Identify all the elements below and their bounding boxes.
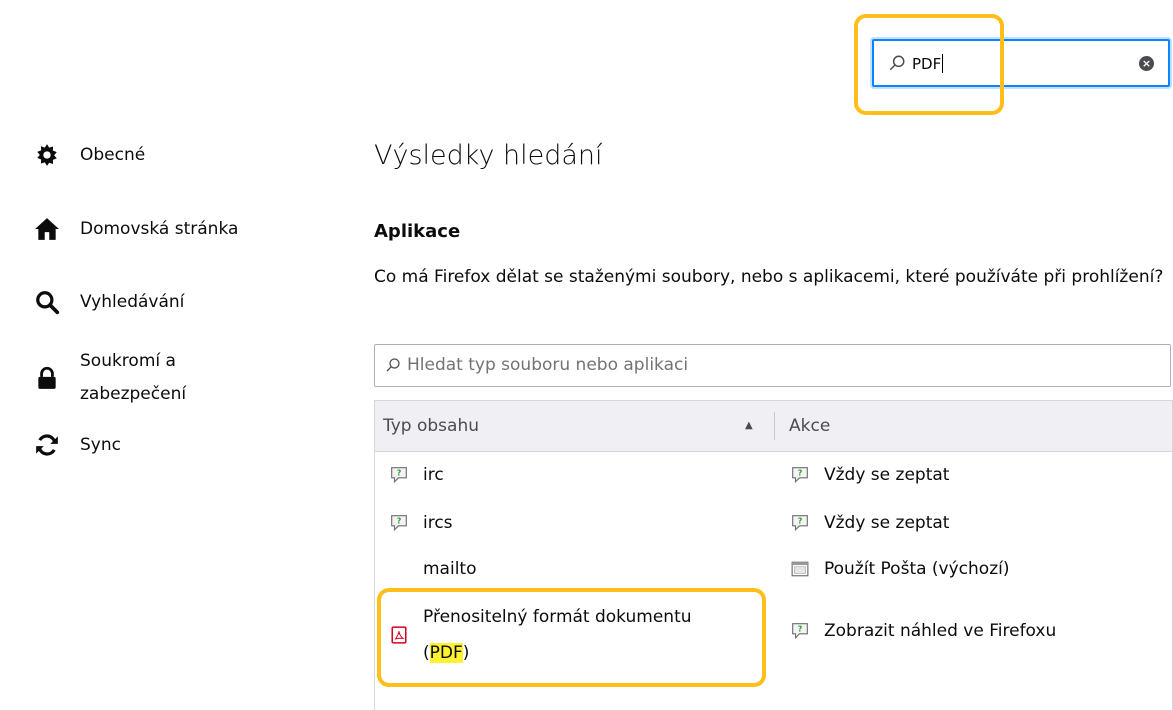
row-action-label: Zobrazit náhled ve Firefoxu (824, 621, 1057, 641)
chat-icon: ? (790, 621, 810, 641)
column-header-action[interactable]: Akce (789, 401, 830, 451)
svg-text:?: ? (397, 517, 402, 526)
row-action-label: Vždy se zeptat (824, 513, 950, 533)
search-input-value: PDF (912, 54, 944, 73)
section-description: Co má Firefox dělat se staženými soubory… (374, 267, 1164, 287)
row-type: mailto (389, 559, 477, 579)
filter-input-placeholder: Hledat typ souboru nebo aplikaci (407, 355, 689, 375)
row-type-label: mailto (423, 559, 477, 579)
svg-text:?: ? (798, 517, 803, 526)
search-icon (386, 358, 400, 372)
row-action[interactable]: ? Vždy se zeptat (790, 465, 949, 485)
text-caret (942, 54, 944, 73)
row-action-label: Použít Pošta (výchozí) (824, 559, 1010, 579)
row-type-label: ircs (423, 513, 453, 533)
chat-icon: ? (790, 513, 810, 533)
row-type: ? irc (389, 465, 444, 485)
svg-text:?: ? (798, 625, 803, 634)
column-header-label: Typ obsahu (383, 416, 480, 436)
chat-icon: ? (389, 513, 409, 533)
row-type-label: irc (423, 465, 444, 485)
search-match-highlight: PDF (429, 643, 463, 663)
sidebar-item-home[interactable]: Domovská stránka (32, 214, 238, 244)
sidebar-item-label: Sync (80, 435, 121, 455)
applications-table: Typ obsahu ▲ Akce ? irc ? Vždy se zeptat… (374, 400, 1173, 710)
sidebar-item-general[interactable]: Obecné (32, 140, 145, 170)
lock-icon (32, 363, 62, 393)
svg-text:?: ? (798, 469, 803, 478)
home-icon (32, 214, 62, 244)
row-action[interactable]: ? Vždy se zeptat (790, 513, 949, 533)
table-header: Typ obsahu ▲ Akce (375, 401, 1172, 452)
table-row[interactable]: Přenositelný formát dokumentu (PDF) ? Zob… (375, 597, 1172, 675)
row-type-label: Přenositelný formát dokumentu (PDF) (423, 607, 692, 663)
table-row[interactable]: ? irc ? Vždy se zeptat (375, 457, 1172, 495)
chat-icon: ? (389, 465, 409, 485)
column-header-type[interactable]: Typ obsahu ▲ (383, 401, 773, 451)
page-title: Výsledky hledání (374, 140, 603, 171)
sidebar-item-label: Soukromí a zabezpečení (80, 351, 187, 404)
sort-ascending-icon: ▲ (745, 420, 753, 431)
window-icon (790, 559, 810, 579)
chat-icon: ? (790, 465, 810, 485)
filter-input[interactable]: Hledat typ souboru nebo aplikaci (374, 344, 1171, 387)
row-type: ? ircs (389, 513, 453, 533)
sidebar-item-search[interactable]: Vyhledávání (32, 287, 184, 317)
search-icon (889, 55, 905, 71)
sync-icon (32, 430, 62, 460)
row-action[interactable]: ? Zobrazit náhled ve Firefoxu (790, 621, 1056, 641)
clear-icon[interactable]: × (1139, 56, 1154, 71)
gear-icon (32, 140, 62, 170)
row-action-label: Vždy se zeptat (824, 465, 950, 485)
section-title-applications: Aplikace (374, 221, 461, 242)
column-header-label: Akce (789, 416, 831, 436)
table-row[interactable]: ? ircs ? Vždy se zeptat (375, 505, 1172, 543)
sidebar-item-sync[interactable]: Sync (32, 430, 121, 460)
svg-text:?: ? (397, 469, 402, 478)
column-divider[interactable] (774, 412, 775, 440)
sidebar-item-label: Domovská stránka (80, 219, 239, 239)
search-icon (32, 287, 62, 317)
sidebar-item-privacy[interactable]: Soukromí a zabezpečení (32, 345, 270, 411)
sidebar-item-label: Vyhledávání (80, 292, 185, 312)
sidebar-item-label: Obecné (80, 145, 146, 165)
sidebar: Obecné Domovská stránka Vyhledávání Souk… (0, 0, 340, 703)
row-action[interactable]: Použít Pošta (výchozí) (790, 559, 1009, 579)
pdf-icon (389, 625, 409, 645)
table-row[interactable]: mailto Použít Pošta (výchozí) (375, 551, 1172, 589)
row-type: Přenositelný formát dokumentu (PDF) (389, 599, 692, 671)
search-input[interactable]: PDF × (872, 39, 1170, 87)
